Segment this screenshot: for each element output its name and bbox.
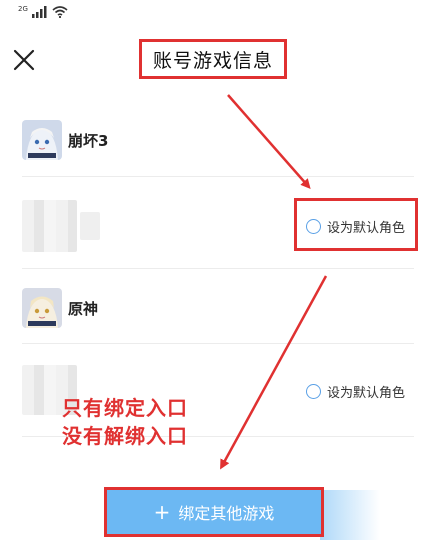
button-glow xyxy=(320,490,380,540)
annotation-line-1: 只有绑定入口 xyxy=(62,396,188,420)
blurred-role-info xyxy=(22,200,77,252)
game-row-honkai3: 崩坏3 xyxy=(22,120,108,160)
close-icon[interactable] xyxy=(10,46,38,74)
page-title-highlight: 账号游戏信息 xyxy=(139,39,287,79)
arrow-title-to-default xyxy=(227,94,311,190)
set-default-role-genshin[interactable]: 设为默认角色 xyxy=(306,382,405,401)
game-name: 崩坏3 xyxy=(68,131,109,150)
arrow-default-to-bind xyxy=(220,275,328,470)
bind-other-game-button[interactable]: + 绑定其他游戏 xyxy=(104,487,324,537)
bind-button-label: 绑定其他游戏 xyxy=(178,504,275,523)
page-title: 账号游戏信息 xyxy=(152,49,273,72)
honkai-impact-3-icon xyxy=(22,120,62,160)
game-name: 原神 xyxy=(68,299,99,318)
network-type-label: 2G xyxy=(18,5,28,13)
annotation-line-2: 没有解绑入口 xyxy=(62,424,188,448)
game-row-genshin: 原神 xyxy=(22,288,98,328)
wifi-icon xyxy=(52,6,68,18)
signal-icon xyxy=(31,6,47,18)
radio-button[interactable] xyxy=(306,384,321,399)
annotation-arrows xyxy=(220,94,328,470)
divider xyxy=(22,343,414,344)
blurred-role-info xyxy=(80,212,100,240)
divider xyxy=(22,268,414,269)
genshin-impact-icon xyxy=(22,288,62,328)
plus-icon: + xyxy=(153,500,171,524)
status-bar: 2G xyxy=(18,4,68,20)
divider xyxy=(22,176,414,177)
default-role-highlight xyxy=(294,198,418,251)
set-default-role-label: 设为默认角色 xyxy=(327,386,406,401)
